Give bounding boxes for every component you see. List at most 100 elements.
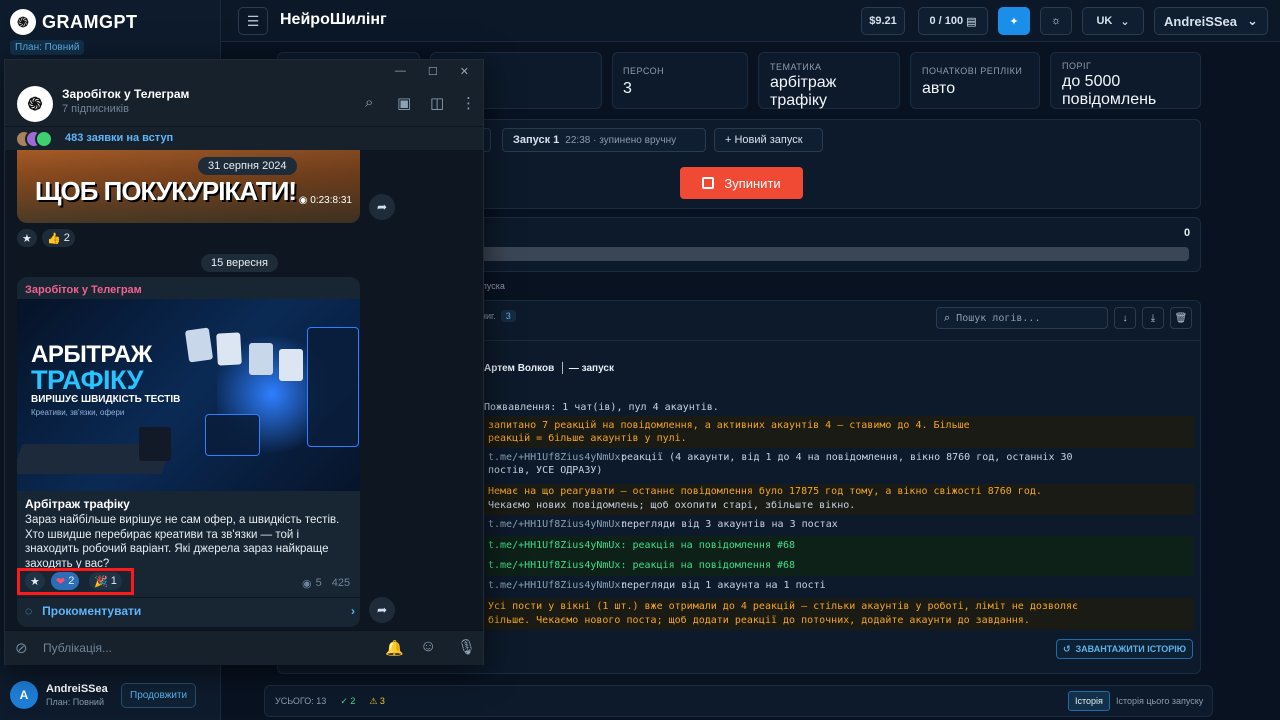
run-tab-1[interactable]: Запуск 1 22:38 · зупинено вручну — [502, 128, 706, 152]
stat-card-replies: ПОЧАТКОВІ РЕПЛІКИ авто — [910, 52, 1040, 109]
download-log-button[interactable]: ↓ — [1114, 307, 1136, 329]
footer-stats: УСЬОГО: 13 ✓ 2 ⚠ 3 — [275, 696, 385, 707]
minimize-icon[interactable]: — — [395, 65, 406, 77]
banner-subtitle: ВИРІШУЄ ШВИДКІСТЬ ТЕСТІВ — [31, 394, 181, 405]
log-line: перегляди від 3 акаунтів на 3 постах — [621, 519, 838, 530]
log-header: Артем Волков │ — запуск — [484, 363, 614, 374]
stat-card-topic: ТЕМАТИКА арбітраж трафіку — [758, 52, 900, 109]
progress-value: 0 — [1184, 227, 1191, 239]
sparkle-button[interactable]: ✦ — [998, 7, 1030, 35]
post-text: Зараз найбільше вирішує не сам офер, а ш… — [25, 514, 340, 570]
quota-badge[interactable]: 0 / 100 ▤ — [918, 7, 988, 35]
history-icon: ↺ — [1062, 643, 1071, 654]
post-title: Арбітраж трафіку — [25, 497, 130, 511]
language-value: UK — [1096, 15, 1113, 27]
close-icon[interactable]: ✕ — [460, 65, 469, 78]
channel-header[interactable]: ֍ Заробіток у Телеграм 7 підписників ⌕ ▣… — [5, 82, 483, 126]
reaction-thumbs[interactable]: 👍 2 — [42, 229, 75, 247]
book-icon: ▤ — [966, 15, 977, 28]
log-line-link[interactable]: t.me/+HH1Uf8Zius4yNmUx: — [488, 517, 633, 532]
thumbs-up-icon: 👍 — [47, 232, 61, 245]
stat-value: 3 — [623, 80, 632, 97]
header: ☰ НейроШилінг $9.21 0 / 100 ▤ ✦ ☼ UK ⌄ An… — [221, 0, 1280, 42]
run-label: Запуск 1 — [513, 134, 560, 146]
export-log-button[interactable]: ⤓ — [1142, 307, 1164, 329]
channel-name: Заробіток у Телеграм — [62, 87, 190, 101]
log-line: реакції (4 акаунти, від 1 до 4 на повідо… — [621, 452, 1073, 463]
telegram-window[interactable]: — ☐ ✕ ֍ Заробіток у Телеграм 7 підписник… — [4, 59, 484, 665]
brand-name: GRAMGPT — [42, 11, 138, 32]
date-separator: 15 вересня — [201, 254, 278, 272]
stat-card-threshold: ПОРІГ до 5000 повідомлень — [1050, 52, 1201, 109]
log-tab-count: 3 — [500, 310, 516, 322]
log-line: реакцій = більше акаунтів у пулі. — [488, 433, 687, 444]
search-icon[interactable]: ⌕ — [365, 94, 373, 111]
log-section-label: пуска — [482, 281, 505, 291]
reaction-star[interactable]: ★ — [17, 229, 37, 247]
share-arrow-icon: ➦ — [376, 200, 388, 214]
post-time: 425 — [331, 577, 351, 589]
log-search-input[interactable]: ⌕ Пошук логів... — [936, 307, 1108, 329]
load-history-button[interactable]: ↺ ЗАВАНТАЖИТИ ІСТОРІЮ — [1056, 639, 1193, 659]
attach-icon[interactable]: ⊘ — [15, 639, 28, 657]
stop-label: Зупинити — [724, 175, 781, 191]
message-input[interactable]: Публікація... — [43, 641, 112, 655]
history-tab[interactable]: Історія — [1068, 691, 1110, 711]
video-time: 0:23:8:31 — [310, 195, 352, 206]
stat-value: до 5000 повідомлень — [1062, 73, 1157, 108]
user-menu-name: AndreiSSea — [1164, 13, 1238, 29]
maximize-icon[interactable]: ☐ — [428, 65, 438, 78]
clear-log-button[interactable]: 🗑 — [1170, 307, 1192, 329]
language-select[interactable]: UK ⌄ — [1082, 7, 1144, 35]
stat-label: ПОРІГ — [1062, 61, 1092, 71]
reactions-highlight — [17, 568, 134, 595]
stat-value: авто — [922, 80, 956, 97]
stat-label: ТЕМАТИКА — [770, 62, 822, 72]
subscriber-count: 7 підписників — [62, 103, 129, 115]
post-banner[interactable]: АРБІТРАЖ ТРАФІКУ ВИРІШУЄ ШВИДКІСТЬ ТЕСТІ… — [17, 299, 360, 491]
live-stream-icon[interactable]: ▣ — [397, 94, 411, 112]
brand[interactable]: ֍ GRAMGPT — [10, 9, 138, 35]
search-placeholder: Пошук логів... — [956, 312, 1041, 324]
comment-button[interactable]: ◌ Прокоментувати › — [25, 604, 355, 618]
join-requests-bar[interactable]: 483 заявки на вступ — [5, 126, 483, 150]
user-plan: План: Повний — [46, 697, 104, 707]
renew-button[interactable]: Продовжити — [121, 683, 197, 708]
stat-label: ПЕРСОН — [623, 66, 665, 76]
message-input-bar: ⊘ Публікація... 🔔 ☺ 🎙 — [5, 630, 483, 665]
theme-toggle-button[interactable]: ☼ — [1040, 7, 1072, 35]
chevron-down-icon: ⌄ — [1120, 15, 1130, 28]
sidebar-user[interactable]: A AndreiSSea План: Повний — [10, 681, 108, 709]
total-count: УСЬОГО: 13 — [275, 696, 327, 706]
stop-icon — [702, 177, 715, 189]
log-tab[interactable]: ниг. 3 — [481, 310, 516, 322]
balance-badge[interactable]: $9.21 — [861, 7, 905, 35]
user-menu[interactable]: AndreiSSea ⌄ — [1154, 7, 1268, 35]
banner-title-2: ТРАФІКУ — [31, 365, 143, 395]
forward-button[interactable]: ➦ — [369, 597, 395, 623]
chevron-right-icon: › — [351, 604, 355, 618]
log-line: Чекаємо нових повідомлень; щоб охопити с… — [488, 500, 856, 511]
progress-bar — [480, 247, 1189, 261]
forward-button[interactable]: ➦ — [369, 194, 395, 220]
sidebar-toggle-icon[interactable]: ◫ — [430, 94, 444, 112]
new-run-button[interactable]: + Новий запуск — [714, 128, 823, 152]
video-thumbnail[interactable]: ЩОБ ПОКУКУРІКАТИ! ◉ 0:23:8:31 — [17, 150, 360, 223]
arrow-down-icon: ↓ — [1122, 312, 1128, 324]
more-icon[interactable]: ⋮ — [461, 94, 476, 112]
stop-button[interactable]: Зупинити — [680, 167, 803, 199]
sun-icon: ☼ — [1050, 15, 1062, 27]
banner-small: Креативи, зв'язки, офери — [31, 408, 125, 417]
requester-avatars — [15, 130, 55, 148]
download-tray-icon: ⤓ — [1150, 312, 1156, 324]
trash-icon: 🗑 — [1174, 312, 1188, 324]
video-duration: ◉ 0:23:8:31 — [298, 195, 352, 206]
bell-icon[interactable]: 🔔 — [385, 639, 404, 657]
log-line-link[interactable]: t.me/+HH1Uf8Zius4yNmUx: — [488, 578, 633, 593]
window-titlebar: — ☐ ✕ — [5, 60, 483, 82]
video-caption: ЩОБ ПОКУКУРІКАТИ! — [35, 176, 297, 206]
microphone-icon[interactable]: 🎙 — [457, 638, 476, 656]
menu-toggle-button[interactable]: ☰ — [238, 7, 268, 35]
emoji-icon[interactable]: ☺ — [420, 638, 436, 656]
log-line: Немає на що реагувати — останнє повідомл… — [488, 486, 1042, 497]
